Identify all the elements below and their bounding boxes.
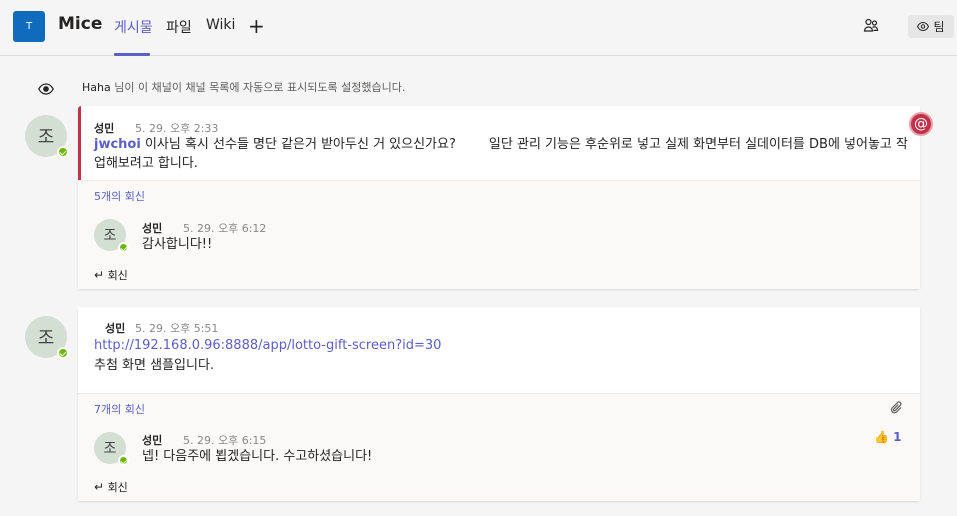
at-mention-icon: @ [909, 112, 933, 136]
avatar-initial: 조 [37, 328, 55, 349]
system-message-user[interactable]: Haha [82, 81, 111, 94]
reaction-count: 1 [893, 430, 902, 444]
thumbs-up-icon: 👍 [874, 430, 889, 444]
reply-count-link[interactable]: 7개의 회신 [94, 401, 145, 417]
avatar-initial: 조 [103, 441, 117, 457]
reply-author[interactable]: 성민 [142, 220, 162, 236]
message-body: 추첨 화면 샘플입니다. [94, 358, 215, 373]
presence-available-icon [57, 146, 69, 158]
mention-indicator [78, 106, 81, 180]
reply-button[interactable]: ↵ 회신 [94, 479, 128, 495]
tab-files[interactable]: 파일 [166, 17, 192, 37]
avatar[interactable]: 조 [94, 219, 129, 253]
system-message-text: 님이 이 채널이 채널 목록에 자동으로 표시되도록 설정했습니다. [110, 81, 406, 94]
message-timestamp: 5. 29. 오후 5:51 [135, 322, 219, 335]
paperclip-icon[interactable] [890, 400, 904, 420]
system-message: Haha 님이 이 채널이 채널 목록에 자동으로 표시되도록 설정했습니다. [82, 79, 405, 95]
team-avatar[interactable]: T [13, 11, 45, 42]
avatar[interactable]: 조 [25, 316, 69, 359]
active-tab-indicator [114, 53, 150, 56]
message-author[interactable]: 성민 [94, 120, 114, 136]
message-text-line2: 업해보려고 합니다. [94, 156, 198, 171]
channel-header: T Mice 게시물 파일 Wiki + 팀 [0, 0, 957, 56]
reply-button[interactable]: ↵ 회신 [94, 267, 128, 283]
avatar[interactable]: 조 [94, 432, 129, 466]
thread-root-message[interactable]: 성민 5. 29. 오후 2:33 jwchoi 이사님 혹시 선수들 명단 같… [78, 106, 920, 181]
reply-timestamp: 5. 29. 오후 6:15 [183, 434, 267, 447]
people-icon[interactable] [862, 17, 880, 35]
reply-button-label: 회신 [107, 269, 128, 282]
reply-timestamp: 5. 29. 오후 6:12 [183, 222, 267, 235]
presence-available-icon [118, 455, 129, 466]
eye-icon [38, 80, 54, 95]
reply-body: 감사합니다!! [142, 237, 213, 252]
thread-card: 성민 5. 29. 오후 5:51 http://192.168.0.96:88… [78, 307, 920, 501]
reaction-badge[interactable]: 👍 1 [874, 430, 902, 444]
thread-replies: 5개의 회신 조 성민 5. 29. 오후 6:12 감사합니다!! ↵ 회신 [78, 181, 920, 289]
avatar-initial: 조 [103, 228, 117, 244]
message-author[interactable]: 성민 [105, 320, 125, 336]
presence-available-icon [118, 242, 129, 253]
message-body: jwchoi 이사님 혹시 선수들 명단 같은거 받아두신 거 있으신가요? 일… [94, 135, 914, 173]
reply-arrow-icon: ↵ [94, 268, 105, 282]
avatar-initial: 조 [37, 127, 55, 148]
presence-available-icon [57, 347, 69, 359]
reply-count-link[interactable]: 5개의 회신 [94, 188, 145, 204]
team-button-label: 팀 [933, 20, 945, 34]
avatar[interactable]: 조 [25, 115, 69, 158]
reply-body: 넵! 다음주에 뵙겠습니다. 수고하셨습니다! [142, 449, 373, 464]
message-timestamp: 5. 29. 오후 2:33 [135, 122, 219, 135]
team-button[interactable]: 팀 [908, 15, 954, 38]
reply-author[interactable]: 성민 [142, 432, 162, 448]
add-tab-button[interactable]: + [248, 14, 265, 38]
thread-card: 성민 5. 29. 오후 2:33 jwchoi 이사님 혹시 선수들 명단 같… [78, 106, 920, 289]
message-link[interactable]: http://192.168.0.96:8888/app/lotto-gift-… [94, 336, 441, 355]
eye-icon [917, 22, 930, 31]
message-text-line1: 이사님 혹시 선수들 명단 같은거 받아두신 거 있으신가요? 일단 관리 기능… [140, 137, 908, 152]
channel-title: Mice [58, 14, 103, 34]
reply-arrow-icon: ↵ [94, 480, 105, 494]
reply-button-label: 회신 [107, 481, 128, 494]
thread-root-message[interactable]: 성민 5. 29. 오후 5:51 http://192.168.0.96:88… [78, 307, 920, 394]
mention-user[interactable]: jwchoi [94, 137, 141, 152]
tab-posts[interactable]: 게시물 [114, 17, 153, 37]
tab-wiki[interactable]: Wiki [206, 17, 235, 33]
thread-replies: 7개의 회신 조 성민 5. 29. 오후 6:15 넵! 다음주에 뵙겠습니다… [78, 394, 920, 501]
